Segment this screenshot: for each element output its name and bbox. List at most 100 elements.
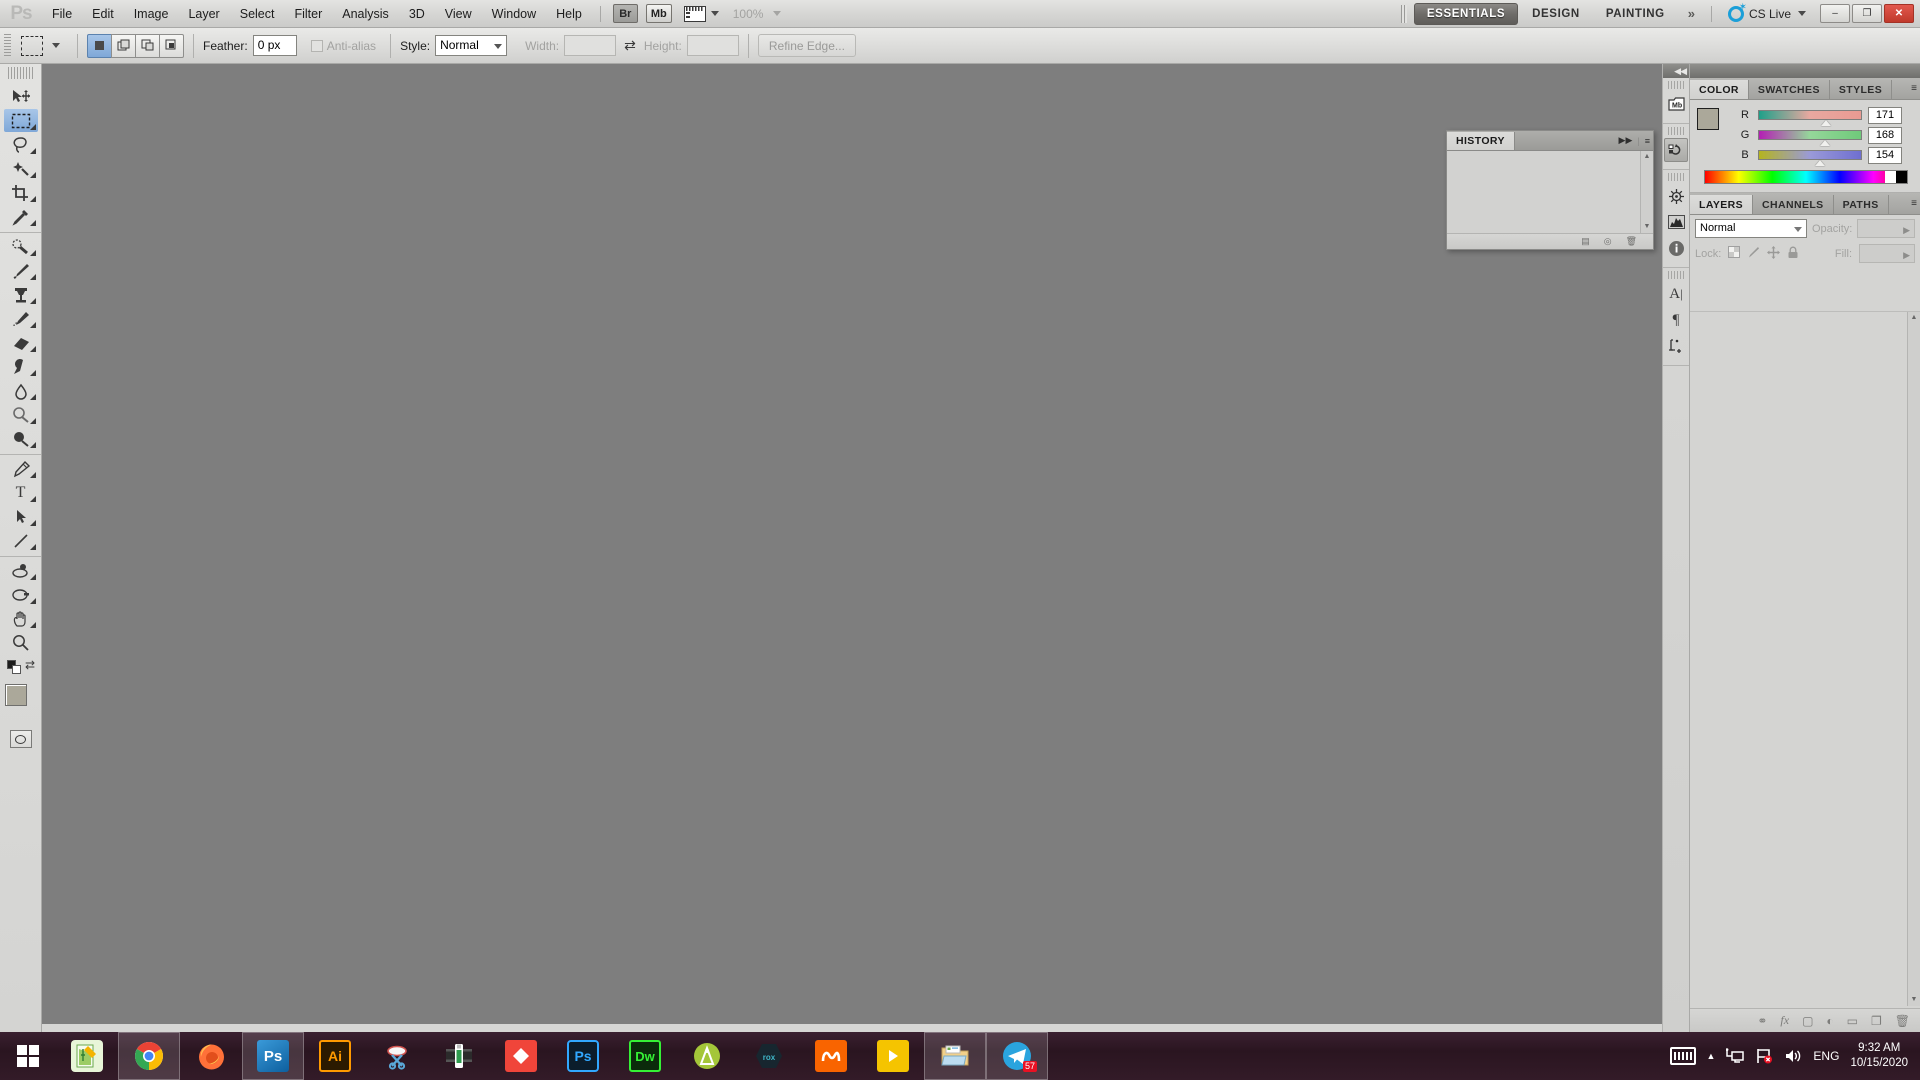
- green-channel-thumb[interactable]: [1820, 140, 1830, 146]
- layers-vertical-scrollbar[interactable]: ▲ ▼: [1907, 312, 1920, 1006]
- history-expand-icon[interactable]: ▶▶: [1619, 135, 1633, 146]
- clone-stamp-tool[interactable]: [4, 283, 38, 306]
- icon-dock-grip-1[interactable]: [1668, 81, 1684, 89]
- canvas-horizontal-scrollbar[interactable]: [42, 1024, 1690, 1032]
- menu-help[interactable]: Help: [546, 3, 592, 25]
- restore-button[interactable]: ❐: [1852, 4, 1882, 23]
- histogram-icon[interactable]: [1664, 210, 1688, 234]
- 3d-orbit-tool[interactable]: [4, 583, 38, 606]
- link-layers-icon[interactable]: ⚭: [1757, 1014, 1767, 1028]
- subtract-from-selection-button[interactable]: [135, 33, 160, 58]
- lock-all-icon[interactable]: [1787, 246, 1799, 262]
- brush-tool[interactable]: [4, 259, 38, 282]
- style-select[interactable]: Normal: [435, 35, 508, 56]
- panel-dock-header[interactable]: [1690, 64, 1920, 78]
- adjustment-layer-icon[interactable]: ◐: [1826, 1014, 1833, 1028]
- color-panel-foreground-swatch[interactable]: [1697, 108, 1719, 130]
- new-document-from-state-icon[interactable]: ▤: [1581, 236, 1590, 247]
- color-ramp-white-swatch[interactable]: [1885, 171, 1896, 183]
- dreamweaver-task[interactable]: Dw: [614, 1032, 676, 1080]
- telegram-task[interactable]: 57: [986, 1032, 1048, 1080]
- menu-edit[interactable]: Edit: [82, 3, 124, 25]
- workspace-essentials[interactable]: ESSENTIALS: [1413, 2, 1519, 25]
- workspace-design[interactable]: DESIGN: [1520, 4, 1592, 24]
- history-scroll-down-icon[interactable]: ▼: [1641, 221, 1653, 233]
- opacity-input[interactable]: ▶: [1857, 219, 1915, 238]
- canvas-workspace[interactable]: [42, 64, 1690, 1032]
- character-icon[interactable]: A |: [1664, 282, 1688, 306]
- tab-paths[interactable]: PATHS: [1834, 195, 1889, 214]
- anti-alias-checkbox-group[interactable]: Anti-alias: [310, 39, 381, 53]
- path-selection-tool[interactable]: [4, 505, 38, 528]
- burn-tool[interactable]: [4, 427, 38, 450]
- delete-layer-icon[interactable]: 🗑: [1895, 1014, 1910, 1028]
- expand-panels-icon[interactable]: ◀◀: [1663, 64, 1689, 78]
- language-indicator[interactable]: ENG: [1813, 1049, 1839, 1063]
- tab-channels[interactable]: CHANNELS: [1753, 195, 1834, 214]
- cs-live-chevron-down-icon[interactable]: [1798, 11, 1806, 16]
- layer-mask-icon[interactable]: ▢: [1802, 1014, 1813, 1028]
- info-icon[interactable]: [1664, 236, 1688, 260]
- menu-filter[interactable]: Filter: [284, 3, 332, 25]
- red-channel-thumb[interactable]: [1821, 120, 1831, 126]
- new-layer-icon[interactable]: ❐: [1871, 1014, 1882, 1028]
- blend-mode-select[interactable]: Normal: [1695, 219, 1807, 238]
- lock-transparent-pixels-icon[interactable]: [1728, 246, 1741, 261]
- view-extras-chevron-down-icon[interactable]: [710, 11, 719, 16]
- rox-task[interactable]: rox: [738, 1032, 800, 1080]
- layers-scroll-down-icon[interactable]: ▼: [1908, 994, 1920, 1006]
- tab-layers[interactable]: LAYERS: [1690, 195, 1754, 214]
- photoshop-2-task[interactable]: Ps: [552, 1032, 614, 1080]
- add-to-selection-button[interactable]: [111, 33, 136, 58]
- swap-width-height-icon[interactable]: ⇄: [624, 37, 636, 54]
- crop-tool[interactable]: [4, 181, 38, 204]
- cs-live-button[interactable]: CS Live: [1720, 2, 1814, 22]
- green-channel-value[interactable]: 168: [1868, 126, 1902, 144]
- notepadpp-task[interactable]: [56, 1032, 118, 1080]
- height-input[interactable]: [686, 35, 739, 56]
- 3d-rotate-tool[interactable]: [4, 559, 38, 582]
- photoshop-task[interactable]: Ps: [242, 1032, 304, 1080]
- fill-input[interactable]: ▶: [1859, 244, 1915, 263]
- color-panel-menu-icon[interactable]: ≡: [1911, 83, 1917, 94]
- line-tool[interactable]: [4, 529, 38, 552]
- history-vertical-scrollbar[interactable]: ▲ ▼: [1640, 151, 1653, 233]
- launch-mini-bridge-button[interactable]: Mb: [645, 4, 672, 23]
- file-explorer-task[interactable]: [924, 1032, 986, 1080]
- foreground-color-swatch[interactable]: [5, 684, 27, 706]
- blur-tool[interactable]: [4, 379, 38, 402]
- tab-color[interactable]: COLOR: [1690, 80, 1749, 99]
- media-player-task[interactable]: [862, 1032, 924, 1080]
- workspace-grip[interactable]: [1400, 4, 1407, 23]
- clock[interactable]: 9:32 AM 10/15/2020: [1850, 1041, 1908, 1071]
- notes-icon[interactable]: [1664, 334, 1688, 358]
- dodge-tool[interactable]: [4, 403, 38, 426]
- action-center-icon[interactable]: [1755, 1048, 1773, 1064]
- quick-mask-mode-button[interactable]: [9, 730, 32, 748]
- menu-layer[interactable]: Layer: [178, 3, 229, 25]
- default-background-swatch[interactable]: [12, 665, 21, 674]
- adjustments-icon[interactable]: [1664, 184, 1688, 208]
- horizontal-type-tool[interactable]: T: [4, 481, 38, 504]
- touch-keyboard-icon[interactable]: [1669, 1047, 1696, 1065]
- firefox-task[interactable]: [180, 1032, 242, 1080]
- tab-swatches[interactable]: SWATCHES: [1749, 80, 1830, 99]
- tool-preset-picker[interactable]: [17, 35, 68, 56]
- color-ramp[interactable]: [1704, 170, 1908, 184]
- snipping-tool-task[interactable]: [366, 1032, 428, 1080]
- history-scroll-up-icon[interactable]: ▲: [1641, 151, 1653, 163]
- minimize-button[interactable]: –: [1820, 4, 1850, 23]
- anti-alias-checkbox[interactable]: [310, 39, 323, 52]
- menu-3d[interactable]: 3D: [399, 3, 435, 25]
- icon-dock-grip-3[interactable]: [1668, 173, 1684, 181]
- zoom-tool[interactable]: [4, 631, 38, 654]
- illustrator-task[interactable]: Ai: [304, 1032, 366, 1080]
- layer-style-icon[interactable]: fx: [1780, 1013, 1789, 1028]
- camtasia-task[interactable]: [428, 1032, 490, 1080]
- delete-state-icon[interactable]: 🗑: [1626, 236, 1637, 247]
- menu-analysis[interactable]: Analysis: [332, 3, 399, 25]
- hand-tool[interactable]: [4, 607, 38, 630]
- blue-channel-value[interactable]: 154: [1868, 146, 1902, 164]
- toolbox-grip[interactable]: [8, 67, 33, 79]
- eraser-tool[interactable]: [4, 331, 38, 354]
